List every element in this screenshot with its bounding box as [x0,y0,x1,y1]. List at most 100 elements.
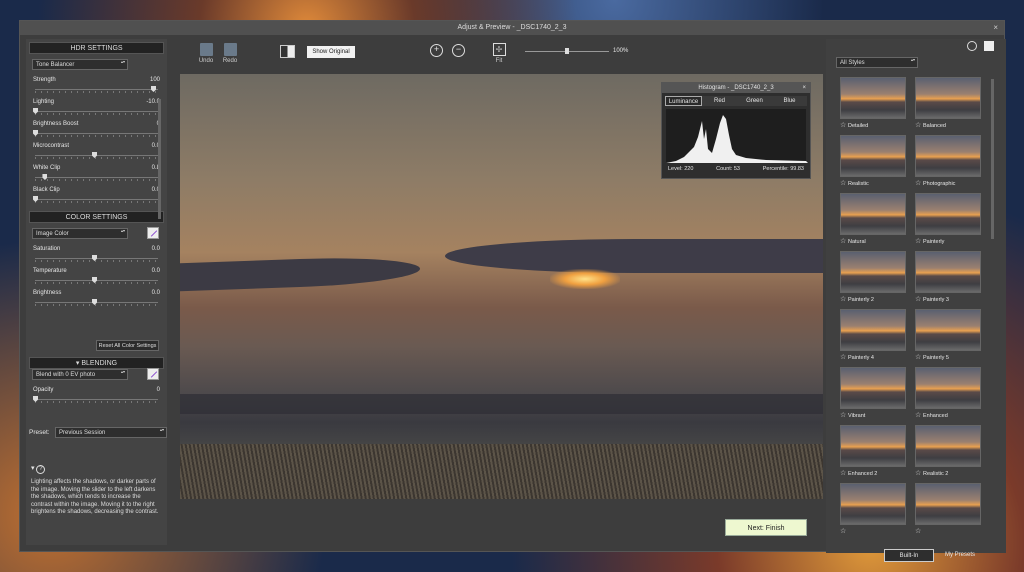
style-preset[interactable]: ☆ Photographic [915,135,981,187]
star-icon[interactable]: ☆ [915,121,923,129]
style-preset[interactable]: ☆ Enhanced 2 [840,425,906,477]
color-mode-select[interactable]: Image Color [32,228,128,239]
star-icon[interactable]: ☆ [840,295,848,303]
undo-button[interactable]: Undo [198,43,214,64]
hdr-slider[interactable]: Microcontrast 0.0 [33,141,160,163]
slider-label: Saturation [33,246,61,252]
slider-track[interactable] [35,133,158,134]
slider-track[interactable] [35,199,158,200]
style-thumbnail[interactable] [840,425,906,467]
star-icon[interactable]: ☆ [915,179,923,187]
hdr-slider[interactable]: Black Clip 0.0 [33,185,160,207]
zoom-in-icon[interactable]: + [430,44,443,57]
style-thumbnail[interactable] [915,425,981,467]
tab-built-in[interactable]: Built-In [884,549,934,562]
color-picker-icon[interactable] [147,227,159,239]
chevron-down-icon[interactable]: ▾ [31,465,35,472]
color-slider[interactable]: Saturation 0.0 [33,244,160,266]
hdr-scrollbar[interactable] [158,99,161,219]
hdr-mode-select[interactable]: Tone Balancer [32,59,128,70]
preset-select[interactable]: Previous Session [55,427,167,438]
slider-track[interactable] [35,111,158,112]
star-icon[interactable]: ☆ [840,353,848,361]
menu-icon[interactable] [984,41,994,51]
redo-button[interactable]: Redo [221,43,239,64]
style-preset[interactable]: ☆ Realistic [840,135,906,187]
style-thumbnail[interactable] [840,135,906,177]
style-thumbnail[interactable] [840,193,906,235]
style-preset[interactable]: ☆ Realistic 2 [915,425,981,477]
close-icon[interactable]: × [802,83,806,93]
style-preset[interactable]: ☆ Painterly [915,193,981,245]
fit-button[interactable]: ✢ Fit [491,43,507,64]
zoom-slider[interactable] [525,48,609,54]
zoom-out-icon[interactable]: − [452,44,465,57]
star-icon[interactable]: ☆ [840,469,848,477]
blend-picker-icon[interactable] [147,368,159,380]
zoom-slider-thumb[interactable] [565,48,569,54]
slider-track[interactable] [35,177,158,178]
style-thumbnail[interactable] [915,483,981,525]
style-preset[interactable]: ☆ Balanced [915,77,981,129]
style-preset[interactable]: ☆ Natural [840,193,906,245]
style-preset[interactable]: ☆ Painterly 3 [915,251,981,303]
style-preset[interactable]: ☆ [915,483,981,535]
reset-color-button[interactable]: Reset All Color Settings [96,340,159,351]
style-preset[interactable]: ☆ Detailed [840,77,906,129]
help-toggle[interactable]: ▾ ? [31,464,46,474]
style-thumbnail[interactable] [915,309,981,351]
style-thumbnail[interactable] [840,483,906,525]
hdr-slider[interactable]: White Clip 0.8 [33,163,160,185]
star-icon[interactable]: ☆ [915,411,923,419]
style-preset[interactable]: ☆ Painterly 5 [915,309,981,361]
histogram-panel[interactable]: Histogram - _DSC1740_2_3 × Luminance Red… [661,82,811,179]
close-icon[interactable]: × [993,21,998,35]
star-icon[interactable]: ☆ [840,237,848,245]
style-preset[interactable]: ☆ Vibrant [840,367,906,419]
style-thumbnail[interactable] [915,193,981,235]
split-view-icon[interactable] [280,45,295,58]
star-icon[interactable]: ☆ [840,527,848,535]
style-preset[interactable]: ☆ [840,483,906,535]
blend-mode-select[interactable]: Blend with 0 EV photo [32,369,128,380]
tab-luminance[interactable]: Luminance [665,96,702,106]
star-icon[interactable]: ☆ [915,527,923,535]
star-icon[interactable]: ☆ [840,411,848,419]
histogram-titlebar[interactable]: Histogram - _DSC1740_2_3 × [662,83,810,93]
tab-red[interactable]: Red [702,96,737,106]
star-icon[interactable]: ☆ [915,469,923,477]
slider-track[interactable] [35,89,158,90]
style-thumbnail[interactable] [915,251,981,293]
style-thumbnail[interactable] [915,367,981,409]
opacity-slider[interactable]: Opacity 0 [33,385,160,407]
color-slider[interactable]: Brightness 0.0 [33,288,160,310]
next-finish-button[interactable]: Next: Finish [725,519,807,536]
style-preset[interactable]: ☆ Painterly 4 [840,309,906,361]
show-original-button[interactable]: Show Original [307,46,355,58]
style-thumbnail[interactable] [840,309,906,351]
hdr-slider[interactable]: Strength 100 [33,75,160,97]
style-filter-select[interactable]: All Styles [836,57,918,68]
styles-scrollbar[interactable] [991,79,994,239]
style-thumbnail[interactable] [840,251,906,293]
star-icon[interactable]: ☆ [840,121,848,129]
star-icon[interactable]: ☆ [915,353,923,361]
histogram-plot[interactable] [666,109,808,163]
settings-icon[interactable] [967,41,977,51]
style-preset[interactable]: ☆ Enhanced [915,367,981,419]
style-thumbnail[interactable] [840,77,906,119]
style-thumbnail[interactable] [840,367,906,409]
star-icon[interactable]: ☆ [840,179,848,187]
star-icon[interactable]: ☆ [915,295,923,303]
hdr-slider[interactable]: Lighting -10.0 [33,97,160,119]
hdr-slider[interactable]: Brightness Boost0 [33,119,160,141]
tab-my-presets[interactable]: My Presets [936,549,984,562]
slider-track[interactable] [35,399,158,400]
star-icon[interactable]: ☆ [915,237,923,245]
style-thumbnail[interactable] [915,77,981,119]
style-preset[interactable]: ☆ Painterly 2 [840,251,906,303]
style-thumbnail[interactable] [915,135,981,177]
tab-green[interactable]: Green [737,96,772,106]
color-slider[interactable]: Temperature 0.0 [33,266,160,288]
tab-blue[interactable]: Blue [772,96,807,106]
